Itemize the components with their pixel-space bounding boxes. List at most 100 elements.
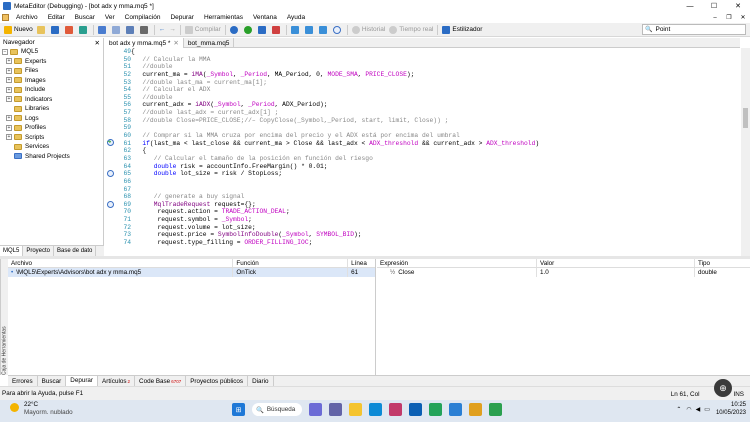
code-line[interactable]: if(last_ma < last_close && current_ma > … [131, 140, 731, 148]
col-expresion[interactable]: Expresión [377, 259, 537, 267]
open-button[interactable] [35, 24, 49, 36]
collapse-icon[interactable]: − [2, 48, 8, 55]
save-all-button[interactable] [63, 24, 77, 36]
code-editor[interactable]: ➜ 49 50 51 52 53 54 55 56 57 58 59 60 61 62 63 64 65 66 67… [105, 48, 740, 256]
volume-icon[interactable]: ◀ [696, 406, 701, 413]
watch-row[interactable]: ½ Close 1.0 double [377, 268, 750, 277]
vscode-icon[interactable] [449, 403, 462, 416]
code-line[interactable]: request.action = TRADE_ACTION_DEAL; [131, 208, 731, 216]
mdi-minimize-button[interactable]: – [708, 12, 722, 23]
tab-bot-adx-y-mma[interactable]: bot adx y mma.mq5 * ✕ [105, 38, 184, 48]
scrollbar-thumb[interactable] [743, 108, 748, 128]
start-debug-button[interactable] [228, 24, 242, 36]
breakpoint-icon[interactable] [107, 201, 114, 208]
tab-depurar[interactable]: Depurar [66, 375, 99, 387]
file-explorer-icon[interactable] [349, 403, 362, 416]
windows-start-icon[interactable]: ⊞ [232, 403, 245, 416]
expand-icon[interactable]: + [6, 115, 12, 122]
code-line[interactable]: current_ma = iMA(_Symbol, _Period, MA_Pe… [131, 71, 731, 79]
tab-proyectos-publicos[interactable]: Proyectos públicos [186, 375, 249, 387]
minimize-button[interactable]: — [678, 0, 702, 12]
code-line[interactable] [131, 178, 731, 186]
expand-icon[interactable]: + [6, 67, 12, 74]
code-line[interactable]: { [131, 48, 731, 56]
tree-item-libraries[interactable]: Libraries [0, 104, 103, 114]
code-line[interactable]: // Calcular el tamaño de la posición en … [131, 155, 731, 163]
expand-icon[interactable]: + [6, 58, 12, 65]
real-time-button[interactable]: Tiempo real [387, 24, 435, 36]
tab-base-de-datos[interactable]: Base de dato [54, 246, 97, 256]
maximize-button[interactable]: ☐ [702, 0, 726, 12]
col-valor[interactable]: Valor [537, 259, 695, 267]
navigator-close-icon[interactable]: ✕ [95, 39, 100, 47]
code-line[interactable]: // Calcular la MMA [131, 56, 731, 64]
weather-widget[interactable]: 22°C Mayorm. nublado [10, 401, 73, 416]
teams-icon[interactable] [329, 403, 342, 416]
mdi-close-button[interactable]: ✕ [736, 12, 750, 23]
text-tools-button[interactable] [138, 24, 152, 36]
panel-button[interactable] [110, 24, 124, 36]
code-line[interactable]: // Comprar si la MMA cruza por encima de… [131, 132, 731, 140]
tree-item-shared-projects[interactable]: Shared Projects [0, 152, 103, 162]
code-line[interactable]: //double Close=PRICE_CLOSE;//– CopyClose… [131, 117, 731, 125]
task-view-icon[interactable] [309, 403, 322, 416]
tree-item-services[interactable]: Services [0, 142, 103, 152]
menu-archivo[interactable]: Archivo [11, 14, 43, 21]
menu-herramientas[interactable]: Herramientas [199, 14, 248, 21]
col-funcion[interactable]: Función [233, 259, 349, 267]
expand-icon[interactable]: + [6, 86, 12, 93]
menu-ventana[interactable]: Ventana [248, 14, 282, 21]
tree-item-experts[interactable]: + Experts [0, 57, 103, 67]
expand-icon[interactable]: + [6, 77, 12, 84]
tree-item-logs[interactable]: + Logs [0, 114, 103, 124]
breakpoint-button[interactable] [331, 24, 345, 36]
taskbar-search[interactable]: 🔍 Búsqueda [252, 403, 302, 416]
stop-button[interactable] [270, 24, 284, 36]
tab-code-base[interactable]: Code Base 6707 [135, 375, 187, 387]
wifi-icon[interactable]: ◠ [686, 406, 691, 413]
tab-buscar[interactable]: Buscar [38, 375, 67, 387]
tree-item-scripts[interactable]: + Scripts [0, 133, 103, 143]
styler-button[interactable]: Estilizador [440, 24, 484, 36]
menu-compilacion[interactable]: Compilación [120, 14, 166, 21]
col-archivo[interactable]: Archivo [8, 259, 234, 267]
battery-icon[interactable]: ▭ [704, 406, 710, 413]
close-button[interactable]: ✕ [726, 0, 750, 12]
editor-scrollbar[interactable] [741, 48, 750, 256]
history-button[interactable]: Historial [350, 24, 387, 36]
tab-errores[interactable]: Errores [8, 375, 38, 387]
metaeditor-taskbar-icon[interactable] [469, 403, 482, 416]
col-tipo[interactable]: Tipo [695, 259, 750, 267]
menu-depurar[interactable]: Depurar [165, 14, 198, 21]
code-line[interactable]: //double [131, 94, 731, 102]
col-linea[interactable]: Línea [348, 259, 375, 267]
code-line[interactable]: { [131, 147, 731, 155]
code-line[interactable]: //double last_ma = current_ma[1]; [131, 79, 731, 87]
layout-button[interactable] [96, 24, 110, 36]
code-text[interactable]: { // Calcular la MMA //double current_ma… [131, 48, 731, 256]
compile-button[interactable]: Compilar [183, 24, 223, 36]
step-into-button[interactable] [289, 24, 303, 36]
tree-item-indicators[interactable]: + Indicators [0, 95, 103, 105]
code-line[interactable] [131, 186, 731, 194]
code-line[interactable]: // Calcular el ADX [131, 86, 731, 94]
menu-buscar[interactable]: Buscar [70, 14, 100, 21]
navigate-back-button[interactable]: ← [157, 24, 168, 36]
tab-articulos[interactable]: Artículos 2 [98, 375, 136, 387]
code-line[interactable]: request.price = SymbolInfoDouble(_Symbol… [131, 231, 731, 239]
store-icon[interactable] [409, 403, 422, 416]
code-line[interactable]: //double last_adx = current_adx[1] ; [131, 109, 731, 117]
tree-item-images[interactable]: + Images [0, 76, 103, 86]
search-box[interactable]: 🔍 [642, 24, 746, 35]
mdi-restore-button[interactable]: ❐ [722, 12, 736, 23]
tab-mql5[interactable]: MQL5 [0, 246, 24, 256]
expand-icon[interactable]: + [6, 124, 12, 131]
code-line[interactable] [131, 124, 731, 132]
new-button[interactable]: Nuevo [2, 24, 35, 36]
start-history-button[interactable] [242, 24, 256, 36]
tree-item-profiles[interactable]: + Profiles [0, 123, 103, 133]
code-line[interactable]: current_adx = iADX(_Symbol, _Period, ADX… [131, 101, 731, 109]
tools-button[interactable] [124, 24, 138, 36]
code-line[interactable]: double lot_size = risk / StopLoss; [131, 170, 731, 178]
tray-chevron-icon[interactable]: ⌃ [676, 406, 681, 413]
